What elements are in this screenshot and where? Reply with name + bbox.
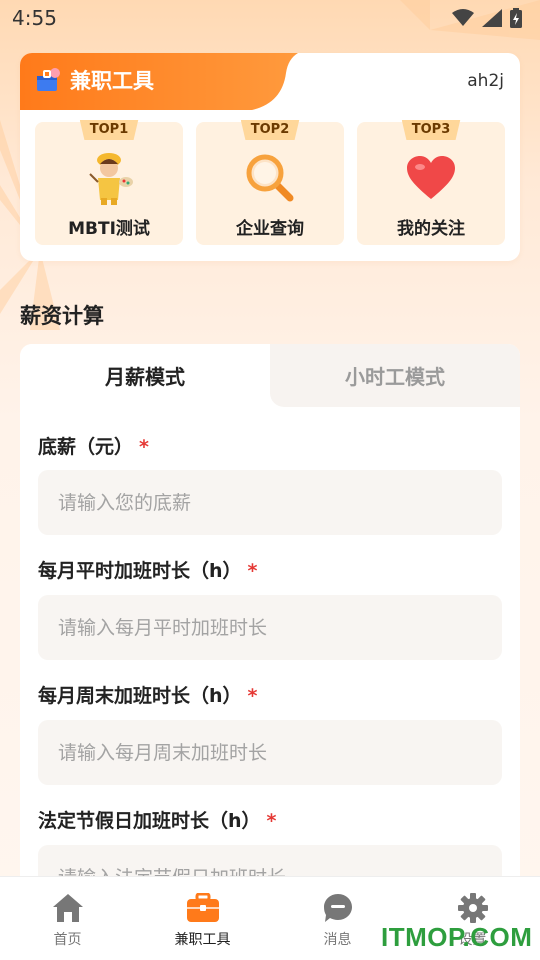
status-time: 4:55 xyxy=(12,6,57,30)
top-badge: TOP1 xyxy=(79,120,139,140)
tab-hourly-mode[interactable]: 小时工模式 xyxy=(270,344,520,407)
required-mark: * xyxy=(247,685,258,707)
top-tools-list: TOP1 MBTI测试 TOP2 企业查询 TOP3 我的关注 xyxy=(35,120,505,245)
field-label-text: 每月平时加班时长（h） xyxy=(38,560,242,582)
holiday-overtime-label: 法定节假日加班时长（h） * xyxy=(38,806,276,833)
required-mark: * xyxy=(139,436,149,458)
nav-label: 消息 xyxy=(323,932,352,948)
tools-title-text: 兼职工具 xyxy=(70,69,154,93)
wifi-icon xyxy=(452,9,474,26)
tool-mbti-test[interactable]: TOP1 MBTI测试 xyxy=(35,120,183,245)
status-bar: 4:55 xyxy=(0,0,540,36)
tools-title: 兼职工具 xyxy=(34,65,154,95)
field-label-text: 法定节假日加班时长（h） xyxy=(38,810,261,832)
weekend-overtime-input[interactable] xyxy=(38,720,502,785)
home-icon xyxy=(51,891,85,925)
tool-company-search[interactable]: TOP2 企业查询 xyxy=(196,120,344,245)
tool-my-follows[interactable]: TOP3 我的关注 xyxy=(357,120,505,245)
tools-card: 兼职工具 ah2j TOP1 MBTI测试 TOP2 企业查询 TOP3 我的关… xyxy=(20,53,520,261)
base-salary-label: 底薪（元） * xyxy=(38,432,149,459)
base-salary-input[interactable] xyxy=(38,470,502,535)
field-label-text: 底薪（元） xyxy=(38,436,134,458)
weekday-overtime-label: 每月平时加班时长（h） * xyxy=(38,556,257,583)
briefcase-icon xyxy=(186,891,220,925)
top-badge: TOP2 xyxy=(240,120,300,140)
weekday-overtime-input[interactable] xyxy=(38,595,502,660)
required-mark: * xyxy=(247,560,258,582)
toolbox-icon xyxy=(37,68,60,91)
top-badge: TOP3 xyxy=(401,120,461,140)
nav-item-home[interactable]: 首页 xyxy=(0,877,135,960)
salary-calculator-card: 月薪模式 小时工模式 底薪（元）* 每月平时加班时长（h）* 每月周末加班时长（… xyxy=(20,344,520,904)
watermark: ITMOP.COM xyxy=(381,922,533,952)
salary-section-title: 薪资计算 xyxy=(20,304,104,328)
magnifier-icon xyxy=(242,150,298,206)
weekend-overtime-label: 每月周末加班时长（h） * xyxy=(38,681,257,708)
battery-icon xyxy=(510,8,522,28)
tool-label: 我的关注 xyxy=(397,219,465,239)
painter-character-icon xyxy=(81,150,137,206)
tool-label: MBTI测试 xyxy=(68,219,150,239)
signal-icon xyxy=(482,9,502,27)
nav-label: 首页 xyxy=(53,932,82,948)
heart-icon xyxy=(403,150,459,206)
required-mark: * xyxy=(266,810,277,832)
field-label-text: 每月周末加班时长（h） xyxy=(38,685,242,707)
tool-label: 企业查询 xyxy=(236,219,304,239)
nav-item-tools[interactable]: 兼职工具 xyxy=(135,877,270,960)
mode-tabs: 月薪模式 小时工模式 xyxy=(20,344,520,407)
gear-icon xyxy=(456,891,490,925)
message-icon xyxy=(321,891,355,925)
tab-monthly-mode[interactable]: 月薪模式 xyxy=(20,344,270,407)
nav-label: 兼职工具 xyxy=(174,932,231,948)
user-name: ah2j xyxy=(467,71,504,91)
status-icons xyxy=(452,8,522,28)
